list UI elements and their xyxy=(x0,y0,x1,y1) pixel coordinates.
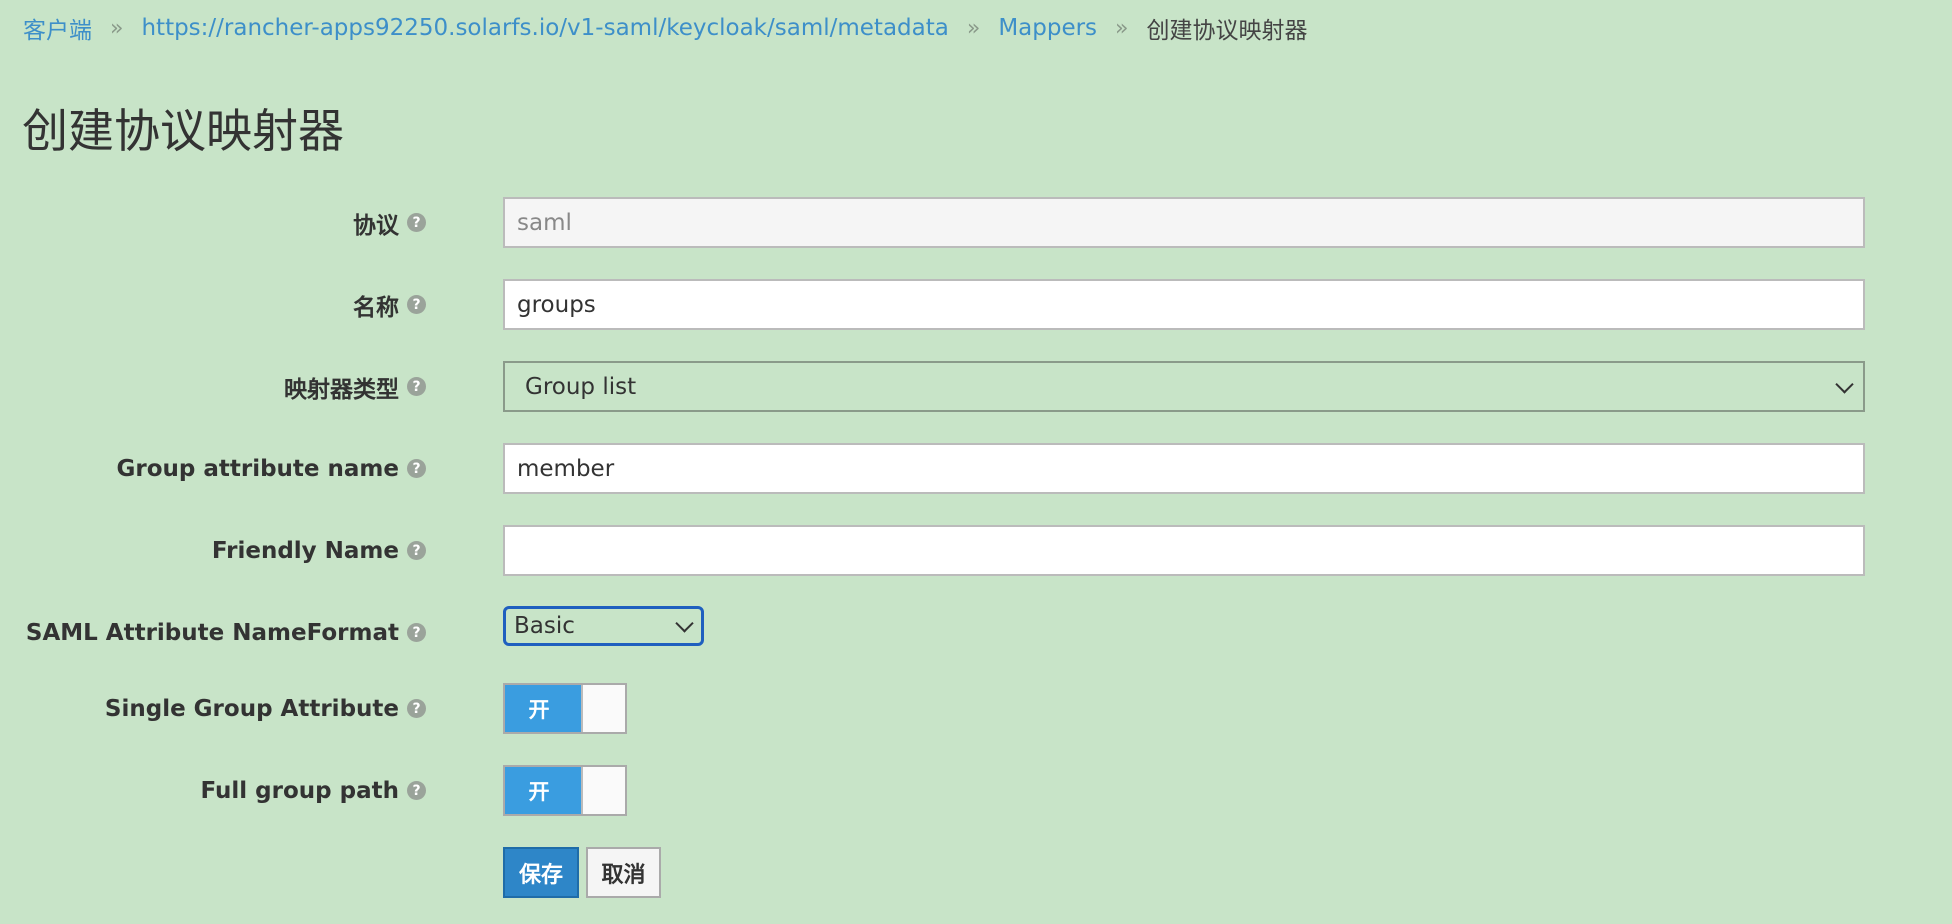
form-row-group-attribute-name: Group attribute name ? xyxy=(0,443,1952,494)
toggle-knob xyxy=(581,685,625,732)
mapper-type-select[interactable]: Group list xyxy=(503,361,1865,412)
cancel-button[interactable]: 取消 xyxy=(586,847,661,898)
form-row-single-group-attribute: Single Group Attribute ? 开 xyxy=(0,683,1952,734)
protocol-label-group: 协议 ? xyxy=(353,197,426,248)
help-icon[interactable]: ? xyxy=(407,459,426,478)
full-group-path-label-group: Full group path ? xyxy=(200,765,426,816)
name-format-label: SAML Attribute NameFormat xyxy=(25,619,399,646)
page: 客户端 » https://rancher-apps92250.solarfs.… xyxy=(0,0,1952,924)
single-group-attribute-toggle[interactable]: 开 xyxy=(503,683,627,734)
form-actions: 保存 取消 xyxy=(0,847,1952,898)
help-icon[interactable]: ? xyxy=(407,377,426,396)
friendly-name-label: Friendly Name xyxy=(211,537,399,564)
help-icon[interactable]: ? xyxy=(407,623,426,642)
single-group-attribute-label: Single Group Attribute xyxy=(104,695,399,722)
breadcrumb-link-clients[interactable]: 客户端 xyxy=(23,11,92,45)
chevron-right-icon: » xyxy=(110,15,124,41)
name-format-label-group: SAML Attribute NameFormat ? xyxy=(26,606,426,659)
form-row-friendly-name: Friendly Name ? xyxy=(0,525,1952,576)
help-icon[interactable]: ? xyxy=(407,541,426,560)
name-format-select[interactable]: Basic xyxy=(503,606,704,646)
toggle-knob xyxy=(581,767,625,814)
chevron-down-icon xyxy=(1835,374,1854,394)
single-group-attribute-label-group: Single Group Attribute ? xyxy=(105,683,426,734)
mapper-type-label: 映射器类型 xyxy=(284,376,399,403)
save-button[interactable]: 保存 xyxy=(503,847,579,898)
mapper-type-label-group: 映射器类型 ? xyxy=(284,361,426,412)
full-group-path-label: Full group path xyxy=(200,777,399,804)
form-row-name: 名称 ? xyxy=(0,279,1952,330)
help-icon[interactable]: ? xyxy=(407,213,426,232)
page-title: 创建协议映射器 xyxy=(22,104,344,158)
help-icon[interactable]: ? xyxy=(407,781,426,800)
group-attribute-name-label-group: Group attribute name ? xyxy=(116,443,426,494)
toggle-on-label: 开 xyxy=(505,685,581,732)
chevron-down-icon xyxy=(675,614,694,633)
full-group-path-toggle[interactable]: 开 xyxy=(503,765,627,816)
friendly-name-input[interactable] xyxy=(503,525,1865,576)
chevron-right-icon: » xyxy=(966,15,981,41)
breadcrumb-current: 创建协议映射器 xyxy=(1146,18,1308,44)
form-row-full-group-path: Full group path ? 开 xyxy=(0,765,1952,816)
friendly-name-label-group: Friendly Name ? xyxy=(212,525,426,576)
name-format-value: Basic xyxy=(514,613,575,639)
chevron-right-icon: » xyxy=(1115,15,1129,41)
name-label-group: 名称 ? xyxy=(353,279,426,330)
name-input[interactable] xyxy=(503,279,1865,330)
help-icon[interactable]: ? xyxy=(407,295,426,314)
name-label: 名称 xyxy=(353,294,399,321)
protocol-label: 协议 xyxy=(353,212,399,239)
form-row-mapper-type: 映射器类型 ? Group list xyxy=(0,361,1952,412)
group-attribute-name-input[interactable] xyxy=(503,443,1865,494)
toggle-on-label: 开 xyxy=(505,767,581,814)
protocol-input xyxy=(503,197,1865,248)
breadcrumb: 客户端 » https://rancher-apps92250.solarfs.… xyxy=(23,10,1308,46)
form-row-protocol: 协议 ? xyxy=(0,197,1952,248)
form-row-name-format: SAML Attribute NameFormat ? Basic xyxy=(0,606,1952,648)
group-attribute-name-label: Group attribute name xyxy=(116,455,399,482)
mapper-type-value: Group list xyxy=(525,373,637,400)
breadcrumb-link-client[interactable]: https://rancher-apps92250.solarfs.io/v1-… xyxy=(141,15,948,41)
breadcrumb-link-mappers[interactable]: Mappers xyxy=(998,15,1097,41)
help-icon[interactable]: ? xyxy=(407,699,426,718)
